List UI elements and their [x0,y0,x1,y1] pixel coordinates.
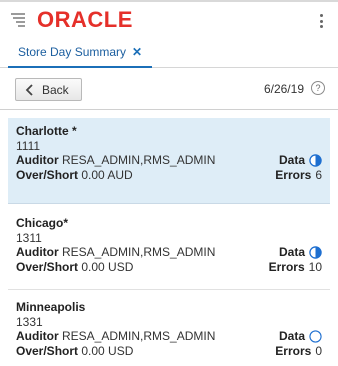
close-icon[interactable]: ✕ [132,45,142,59]
oracle-logo: ORACLE [37,7,133,32]
auditor-label: Auditor [16,245,59,259]
auditor-label: Auditor [16,153,59,167]
tab-store-day-summary[interactable]: Store Day Summary ✕ [8,38,153,68]
store-number: 1331 [16,315,43,329]
half-circle-status-icon [309,245,322,259]
back-button[interactable]: Back [15,78,82,101]
divider [8,289,330,290]
overshort-label: Over/Short [16,260,79,274]
errors-count: 6 [315,168,322,182]
app-header: ORACLE [0,0,338,38]
auditor-label: Auditor [16,329,59,343]
tab-label: Store Day Summary [18,45,127,59]
chevron-left-icon [25,83,33,96]
errors-count: 10 [308,260,322,274]
overshort-value: 0.00 USD [81,260,134,274]
business-date: 6/26/19 [263,82,304,96]
store-name: Charlotte * [16,124,77,138]
errors-label: Errors [275,344,312,358]
empty-circle-status-icon [309,329,322,343]
errors-count: 0 [315,344,322,358]
errors-label: Errors [275,168,312,182]
errors-label: Errors [268,260,305,274]
overshort-label: Over/Short [16,168,79,182]
auditor-value: RESA_ADMIN,RMS_ADMIN [62,153,216,167]
data-label: Data [278,245,305,259]
list-item[interactable]: Minneapolis 1331 Auditor RESA_ADMIN,RMS_… [8,294,330,366]
list-item[interactable]: Chicago* 1311 Auditor RESA_ADMIN,RMS_ADM… [8,210,330,290]
overshort-value: 0.00 AUD [81,168,133,182]
help-icon[interactable]: ? [311,81,325,95]
tab-bar: Store Day Summary ✕ [0,38,338,68]
data-label: Data [278,153,305,167]
overshort-label: Over/Short [16,344,79,358]
toolbar: Back 6/26/19 ? [0,68,338,110]
auditor-value: RESA_ADMIN,RMS_ADMIN [62,329,216,343]
data-label: Data [278,329,305,343]
navigator-menu-icon[interactable] [10,11,26,27]
auditor-value: RESA_ADMIN,RMS_ADMIN [62,245,216,259]
overshort-value: 0.00 USD [81,344,134,358]
list-item[interactable]: Charlotte * 1111 Auditor RESA_ADMIN,RMS_… [8,118,330,204]
store-number: 1311 [16,231,42,245]
more-options-icon[interactable] [314,11,328,31]
store-name: Minneapolis [16,300,86,314]
store-number: 1111 [16,139,41,153]
store-name: Chicago* [16,216,69,230]
back-label: Back [42,82,69,97]
half-circle-status-icon [309,153,322,167]
